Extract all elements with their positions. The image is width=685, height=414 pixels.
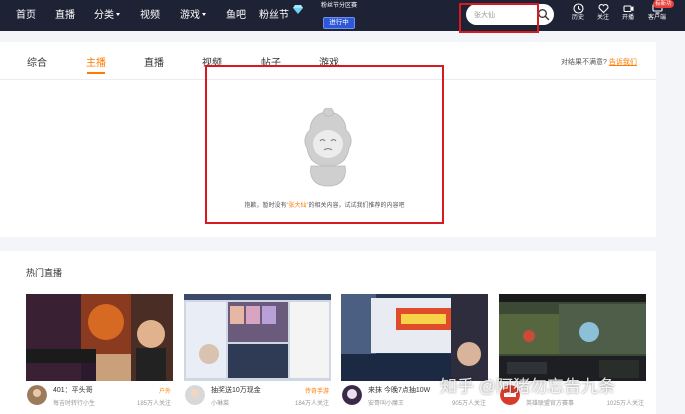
thumbnail-image [341, 294, 488, 381]
nav-home[interactable]: 首页 [16, 0, 36, 31]
live-card-anchor[interactable]: 安哥叫小魔王 [368, 398, 404, 407]
anchor-avatar[interactable] [342, 385, 362, 405]
chevron-down-icon [116, 13, 120, 16]
nav-game-label: 游戏 [180, 10, 200, 21]
fan-event-banner[interactable]: 粉丝节分区赛 进行中 [316, 2, 362, 29]
client-label: 客户端 [647, 15, 666, 21]
broadcast-button[interactable]: 开播 [616, 3, 640, 29]
empty-keyword: “张大仙” [286, 203, 309, 209]
top-nav: 首页 直播 分类 视频 游戏 鱼吧 粉丝节 粉丝节分区赛 进行中 历史 关注 开… [0, 0, 685, 31]
nav-game[interactable]: 游戏 [180, 0, 206, 31]
history-label: 历史 [571, 15, 584, 21]
live-card-followers: 185万人关注 [136, 401, 171, 407]
follow-label: 关注 [596, 15, 609, 21]
live-thumbnail[interactable] [341, 294, 488, 381]
live-card-followers: 184万人关注 [294, 401, 329, 407]
nav-video[interactable]: 视频 [140, 0, 160, 31]
nav-category[interactable]: 分类 [94, 0, 120, 31]
history-button[interactable]: 历史 [566, 3, 590, 29]
thumbnail-image [184, 294, 331, 381]
live-card[interactable]: 抽奖送10万现金 传奇手游 小琳菜 184万人关注 [184, 294, 331, 414]
live-card-followers: 905万人关注 [451, 401, 486, 407]
anchor-avatar[interactable] [27, 385, 47, 405]
live-thumbnail[interactable] [26, 294, 173, 381]
thumbnail-image [499, 294, 646, 381]
clock-icon [572, 3, 584, 14]
thumbnail-image [26, 294, 173, 381]
empty-prefix: 抱歉，暂时没有 [244, 203, 287, 209]
nav-category-label: 分类 [94, 10, 114, 21]
live-card-anchor[interactable]: 英雄联盟官方赛事 [526, 398, 574, 407]
live-thumbnail[interactable] [184, 294, 331, 381]
live-card-title[interactable]: 抽奖送10万现金 [211, 385, 261, 395]
chevron-down-icon [202, 13, 206, 16]
anchor-avatar[interactable] [185, 385, 205, 405]
active-tab-indicator [87, 72, 105, 74]
live-card-followers: 1025万人关注 [606, 401, 644, 407]
live-card-anchor[interactable]: 小琳菜 [211, 398, 229, 407]
fan-event-status: 进行中 [323, 17, 355, 29]
live-card-anchor[interactable]: 每吉时转行小生 [53, 398, 95, 407]
live-card[interactable]: 401：平头哥 户外 每吉时转行小生 185万人关注 [26, 294, 173, 414]
search-highlight-frame [459, 3, 539, 33]
feedback-text: 对结果不满意? [561, 59, 607, 66]
tab-all[interactable]: 综合 [27, 54, 47, 69]
nav-fans-label: 粉丝节 [259, 10, 289, 21]
follow-button[interactable]: 关注 [591, 3, 615, 29]
camera-icon [622, 5, 633, 13]
empty-result-message: 抱歉，暂时没有“张大仙”的相关内容，试试我们推荐的内容吧 [205, 200, 444, 209]
live-card-title[interactable]: 401：平头哥 [53, 385, 93, 395]
live-card-category[interactable]: 传奇手游 [305, 386, 329, 395]
empty-suffix: 的相关内容，试试我们推荐的内容吧 [308, 203, 405, 209]
empty-mascot-illustration [304, 108, 352, 187]
heart-icon [597, 4, 609, 14]
watermark: 知乎 @阿猪勿忘告九条 [440, 377, 615, 396]
tab-live[interactable]: 直播 [144, 54, 164, 69]
feedback-prompt: 对结果不满意? 告诉我们 [561, 57, 637, 67]
nav-live[interactable]: 直播 [55, 0, 75, 31]
new-feature-badge: 有新功 [653, 0, 674, 8]
broadcast-label: 开播 [621, 15, 634, 21]
nav-yuba[interactable]: 鱼吧 [226, 0, 246, 31]
hot-live-title: 热门直播 [26, 268, 63, 278]
diamond-icon [292, 5, 303, 14]
fan-event-title: 粉丝节分区赛 [320, 3, 357, 9]
live-card-title[interactable]: 来抹 今晚7点抽10W [368, 385, 430, 395]
live-thumbnail[interactable] [499, 294, 646, 381]
feedback-link[interactable]: 告诉我们 [609, 59, 637, 66]
tab-anchor[interactable]: 主播 [86, 54, 106, 69]
live-card-category[interactable]: 户外 [159, 386, 171, 395]
nav-fans[interactable]: 粉丝节 [259, 0, 303, 31]
